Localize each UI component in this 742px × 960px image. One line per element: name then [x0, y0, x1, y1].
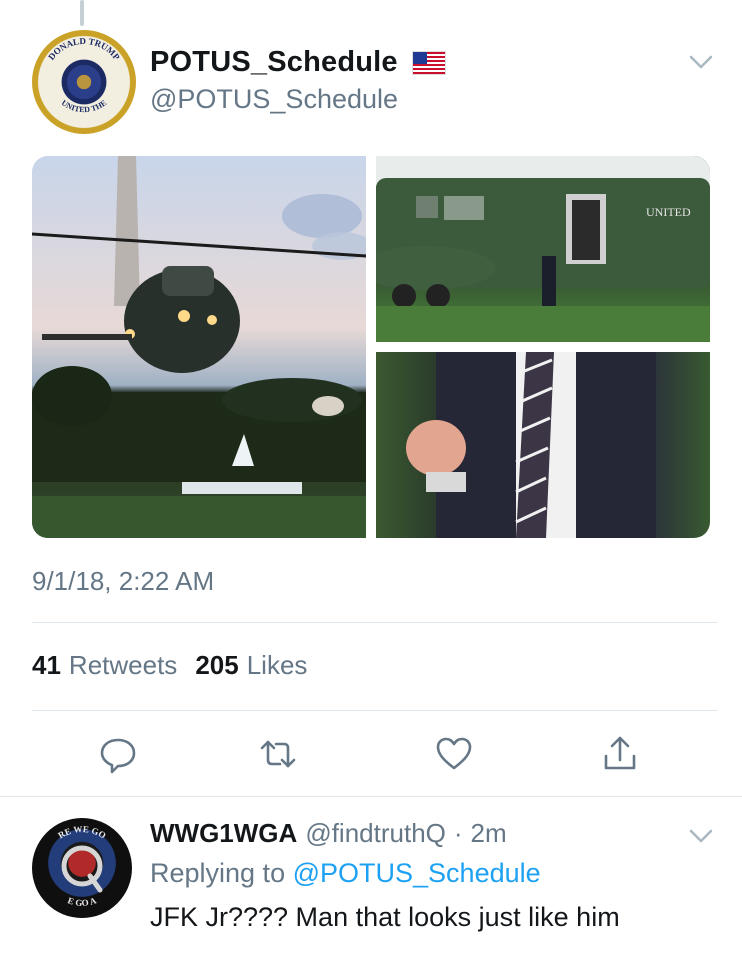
tweet-stats: 41 Retweets 205 Likes [32, 650, 317, 681]
divider [32, 622, 718, 623]
man-waving-photo[interactable] [376, 352, 710, 538]
reply-time[interactable]: 2m [471, 818, 507, 849]
reply-display-name[interactable]: WWG1WGA [150, 818, 297, 849]
svg-text:UNITED THE: UNITED THE [60, 98, 109, 114]
replying-to-mention[interactable]: @POTUS_Schedule [293, 858, 541, 888]
q-logo-icon: RE WE GO E GO A [56, 824, 107, 908]
reply-handle[interactable]: @findtruthQ [305, 818, 446, 849]
reply-separator: · [453, 818, 463, 848]
retweet-icon[interactable] [258, 734, 298, 774]
share-icon[interactable] [600, 734, 640, 774]
retweets-stat[interactable]: 41 Retweets [32, 650, 177, 681]
likes-stat[interactable]: 205 Likes [195, 650, 307, 681]
marine-one-door-photo[interactable]: UNITED [376, 156, 710, 342]
chevron-down-icon[interactable] [688, 826, 714, 846]
photo-collage: UNITED [32, 156, 710, 538]
svg-text:DONALD TRUMP: DONALD TRUMP [46, 36, 122, 62]
replying-prefix: Replying to [150, 858, 286, 888]
divider [32, 710, 718, 711]
helicopter-livery-text: UNITED [646, 205, 691, 219]
svg-text:RE WE GO: RE WE GO [56, 824, 107, 841]
tweet-timestamp[interactable]: 9/1/18, 2:22 AM [32, 566, 214, 597]
seal-ring-text: DONALD TRUMP UNITED THE [46, 36, 122, 114]
thread-line [80, 0, 84, 26]
like-icon[interactable] [434, 734, 474, 774]
us-flag-icon [411, 50, 446, 75]
reply-icon[interactable] [98, 734, 138, 774]
replying-to-line: Replying to @POTUS_Schedule [150, 858, 541, 889]
svg-text:E GO A: E GO A [66, 895, 98, 908]
retweets-label: Retweets [68, 650, 178, 680]
chevron-down-icon[interactable] [688, 52, 714, 72]
helicopter-over-lawn-photo[interactable] [32, 156, 366, 538]
retweets-count: 41 [32, 650, 61, 680]
divider [0, 796, 742, 797]
reply-author-avatar[interactable]: RE WE GO E GO A [32, 818, 132, 918]
likes-label: Likes [246, 650, 308, 680]
reply-text: JFK Jr???? Man that looks just like him [150, 902, 620, 932]
likes-count: 205 [195, 650, 239, 680]
author-display-name[interactable]: POTUS_Schedule [150, 46, 398, 79]
author-handle[interactable]: @POTUS_Schedule [150, 84, 398, 115]
author-avatar[interactable]: DONALD TRUMP UNITED THE [32, 30, 136, 134]
